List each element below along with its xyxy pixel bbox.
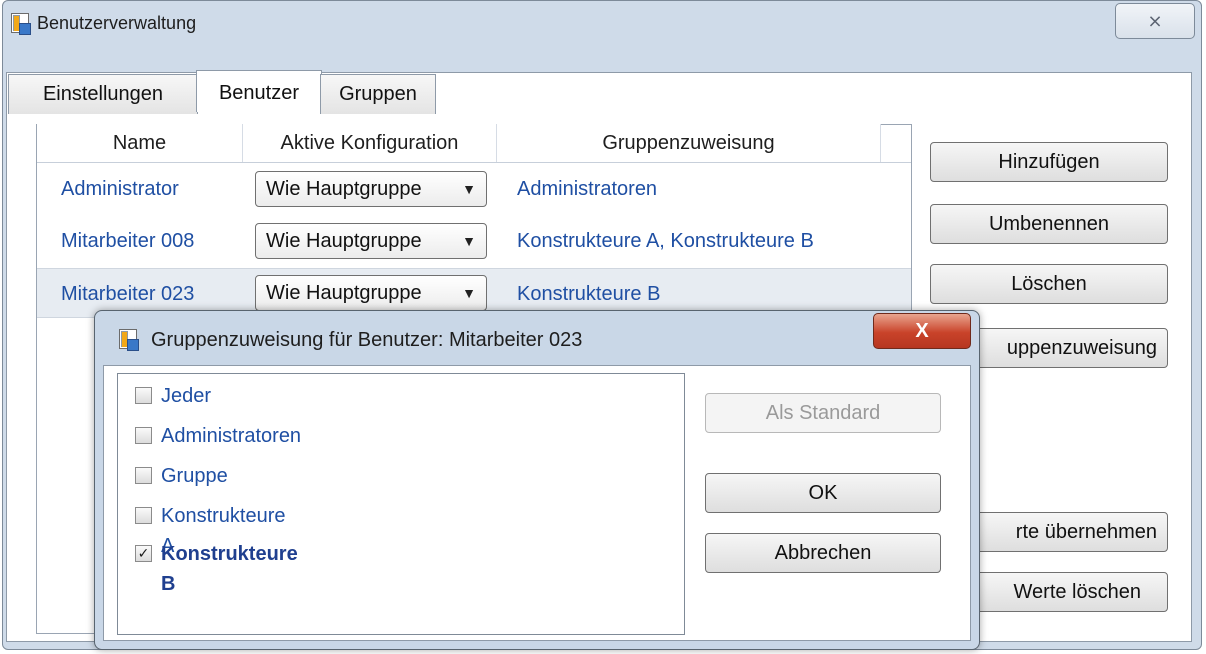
group-label: Gruppe [161,465,228,487]
set-default-button[interactable]: Als Standard [705,393,941,433]
checkbox-checked[interactable]: ✓ [135,545,152,562]
row-name: Mitarbeiter 008 [61,230,195,252]
app-icon [11,13,31,35]
tab-einstellungen[interactable]: Einstellungen [8,74,198,114]
row-name: Administrator [61,178,179,200]
group-assignment-dialog: Gruppenzuweisung für Benutzer: Mitarbeit… [94,310,980,650]
column-header-config[interactable]: Aktive Konfiguration [243,124,497,162]
group-label: Administratoren [161,425,302,447]
title-bar: Benutzerverwaltung ⨯ [3,1,1201,45]
dialog-title: Gruppenzuweisung für Benutzer: Mitarbeit… [151,329,583,351]
add-button[interactable]: Hinzufügen [930,142,1168,182]
config-dropdown[interactable]: Wie Hauptgruppe ▼ [255,171,487,207]
chevron-down-icon: ▼ [462,181,476,197]
group-label: Jeder [161,385,212,407]
column-header-groups[interactable]: Gruppenzuweisung [497,124,881,162]
ok-button[interactable]: OK [705,473,941,513]
chevron-down-icon: ▼ [462,285,476,301]
table-row[interactable]: Mitarbeiter 008 Wie Hauptgruppe ▼ Konstr… [37,216,911,266]
row-groups: Administratoren [517,178,658,200]
checkbox[interactable] [135,427,152,444]
chevron-down-icon: ▼ [462,233,476,249]
checkbox[interactable] [135,467,152,484]
delete-button[interactable]: Löschen [930,264,1168,304]
config-dropdown[interactable]: Wie Hauptgruppe ▼ [255,275,487,311]
window-close-button[interactable]: ⨯ [1115,3,1195,39]
rename-button[interactable]: Umbenennen [930,204,1168,244]
table-row[interactable]: Administrator Wie Hauptgruppe ▼ Administ… [37,164,911,214]
group-label: Konstrukteure B [161,543,298,595]
config-value: Wie Hauptgruppe [266,178,422,200]
config-dropdown[interactable]: Wie Hauptgruppe ▼ [255,223,487,259]
close-icon: ⨯ [1147,11,1163,31]
close-icon: X [915,320,929,342]
cancel-button[interactable]: Abbrechen [705,533,941,573]
checkbox[interactable] [135,387,152,404]
header-divider [37,162,911,163]
checkbox[interactable] [135,507,152,524]
row-groups: Konstrukteure A, Konstrukteure B [517,230,814,252]
dialog-close-button[interactable]: X [873,313,971,349]
config-value: Wie Hauptgruppe [266,230,422,252]
tab-gruppen[interactable]: Gruppen [320,74,436,114]
config-value: Wie Hauptgruppe [266,282,422,304]
tab-benutzer[interactable]: Benutzer [196,70,322,112]
dialog-app-icon [119,329,139,351]
column-header-name[interactable]: Name [37,124,243,162]
window-title: Benutzerverwaltung [37,13,197,33]
